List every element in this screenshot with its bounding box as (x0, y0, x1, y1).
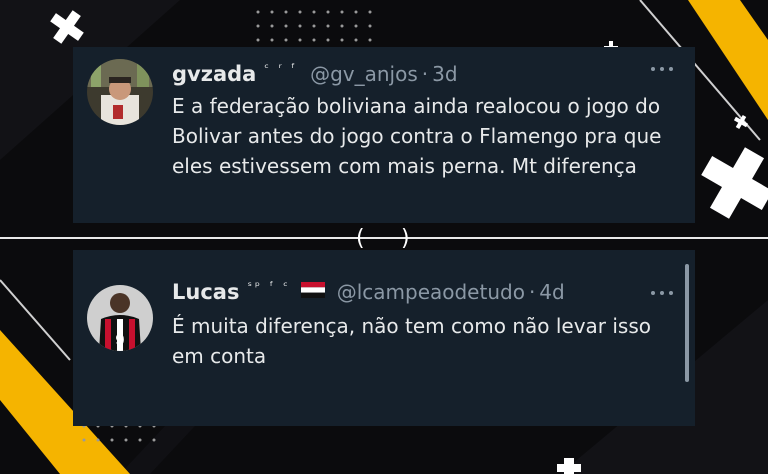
display-name[interactable]: Lucas (172, 280, 239, 304)
name-badge: ˢᵖ ᶠ ᶜ (247, 279, 291, 293)
avatar[interactable]: 9 (87, 285, 153, 351)
flag-icon (300, 282, 325, 298)
tweet-header: gvzada ᶜ ʳ ᶠ @gv_anjos · 3d (172, 59, 458, 89)
tweet-text: É muita diferença, não tem como não leva… (172, 314, 652, 368)
user-handle[interactable]: @lcampeaodetudo (337, 280, 525, 304)
tweet-card-lucas[interactable]: 9 Lucas ˢᵖ ᶠ ᶜ @lcampeaodetudo · 4d É mu… (73, 250, 695, 426)
jersey-number: 9 (116, 332, 125, 349)
scrollbar[interactable] (685, 264, 689, 382)
avatar-photo: 9 (87, 285, 153, 351)
display-name[interactable]: gvzada (172, 62, 256, 86)
avatar-photo (87, 59, 153, 125)
tweet-card-gvzada[interactable]: gvzada ᶜ ʳ ᶠ @gv_anjos · 3d E a federaçã… (73, 47, 695, 223)
divider-line (0, 237, 768, 239)
more-options-icon[interactable] (651, 289, 673, 297)
avatar[interactable] (87, 59, 153, 125)
more-options-icon[interactable] (651, 65, 673, 73)
timestamp[interactable]: 3d (432, 62, 457, 86)
tweet-header: Lucas ˢᵖ ᶠ ᶜ @lcampeaodetudo · 4d (172, 277, 565, 307)
name-badge: ᶜ ʳ ᶠ (264, 61, 299, 75)
user-handle[interactable]: @gv_anjos (310, 62, 418, 86)
timestamp[interactable]: 4d (539, 280, 564, 304)
divider-right-paren: ) (401, 226, 410, 251)
divider-left-paren: ( (356, 226, 365, 251)
separator-dot: · (528, 280, 536, 304)
tweet-text: E a federação boliviana ainda realocou o… (172, 94, 662, 178)
separator-dot: · (421, 62, 429, 86)
